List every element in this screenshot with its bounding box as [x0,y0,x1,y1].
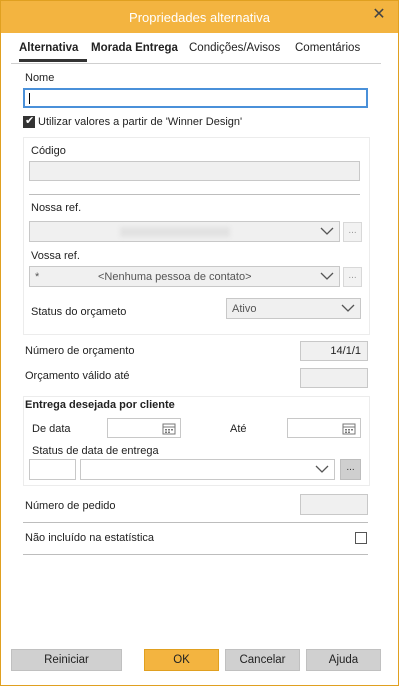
nossa-ref-select[interactable] [29,221,340,242]
status-orcamento-label: Status do orçameto [31,306,127,318]
tab-condicoes-avisos[interactable]: Condições/Avisos [189,42,280,54]
nao-incluido-label: Não incluído na estatística [25,532,155,544]
nao-incluido-checkbox[interactable] [355,532,367,544]
window-title: Propriedades alternativa [129,10,270,25]
properties-dialog: Propriedades alternativa ✕ Alternativa M… [0,0,399,686]
close-icon[interactable]: ✕ [370,6,388,24]
status-entrega-select[interactable] [80,459,335,480]
numero-pedido-label: Número de pedido [25,500,116,512]
de-data-input[interactable] [107,418,181,438]
title-bar: Propriedades alternativa ✕ [1,1,398,33]
status-orcamento-value: Ativo [232,303,257,315]
obscured-value [120,227,230,237]
divider [23,554,368,555]
vossa-ref-select[interactable]: * <Nenhuma pessoa de contato> [29,266,340,287]
vossa-ref-label: Vossa ref. [31,250,80,262]
codigo-input[interactable] [29,161,360,181]
nome-input[interactable] [23,88,368,108]
numero-pedido-input[interactable] [300,494,368,515]
ok-button[interactable]: OK [144,649,219,671]
chevron-down-icon [341,302,355,314]
divider [23,522,368,523]
nome-label: Nome [25,72,55,84]
vossa-ref-value: <Nenhuma pessoa de contato> [98,271,252,283]
nossa-ref-browse-button[interactable]: ... [343,222,362,242]
numero-orcamento-label: Número de orçamento [25,345,135,357]
tab-comentarios[interactable]: Comentários [295,42,360,54]
status-entrega-browse-button[interactable]: ... [340,459,361,480]
tab-bar: Alternativa Morada Entrega Condições/Avi… [11,39,381,64]
divider [29,194,360,195]
checkmark-icon: ✔ [25,115,35,127]
active-tab-indicator [19,59,87,62]
use-values-checkbox[interactable]: ✔ [23,115,35,128]
chevron-down-icon [320,225,334,237]
ate-label: Até [230,423,247,435]
use-values-label: Utilizar valores a partir de 'Winner Des… [38,116,243,128]
vossa-ref-prefix: * [35,271,40,283]
status-entrega-code-input[interactable] [29,459,76,480]
entrega-title: Entrega desejada por cliente [25,399,175,411]
de-data-label: De data [32,423,71,435]
status-orcamento-select[interactable]: Ativo [226,298,361,319]
calendar-icon[interactable] [162,422,176,435]
text-cursor [29,93,30,104]
cancelar-button[interactable]: Cancelar [225,649,300,671]
codigo-label: Código [31,145,66,157]
ate-input[interactable] [287,418,361,438]
orcamento-valido-input[interactable] [300,368,368,388]
tab-alternativa[interactable]: Alternativa [19,42,78,54]
vossa-ref-browse-button[interactable]: ... [343,267,362,287]
nossa-ref-label: Nossa ref. [31,202,82,214]
orcamento-valido-label: Orçamento válido até [25,370,130,382]
chevron-down-icon [315,463,329,475]
status-entrega-label: Status de data de entrega [32,445,159,457]
ajuda-button[interactable]: Ajuda [306,649,381,671]
chevron-down-icon [320,270,334,282]
tab-morada-entrega[interactable]: Morada Entrega [91,42,178,54]
reiniciar-button[interactable]: Reiniciar [11,649,122,671]
numero-orcamento-value: 14/1/1 [300,341,368,361]
calendar-icon[interactable] [342,422,356,435]
